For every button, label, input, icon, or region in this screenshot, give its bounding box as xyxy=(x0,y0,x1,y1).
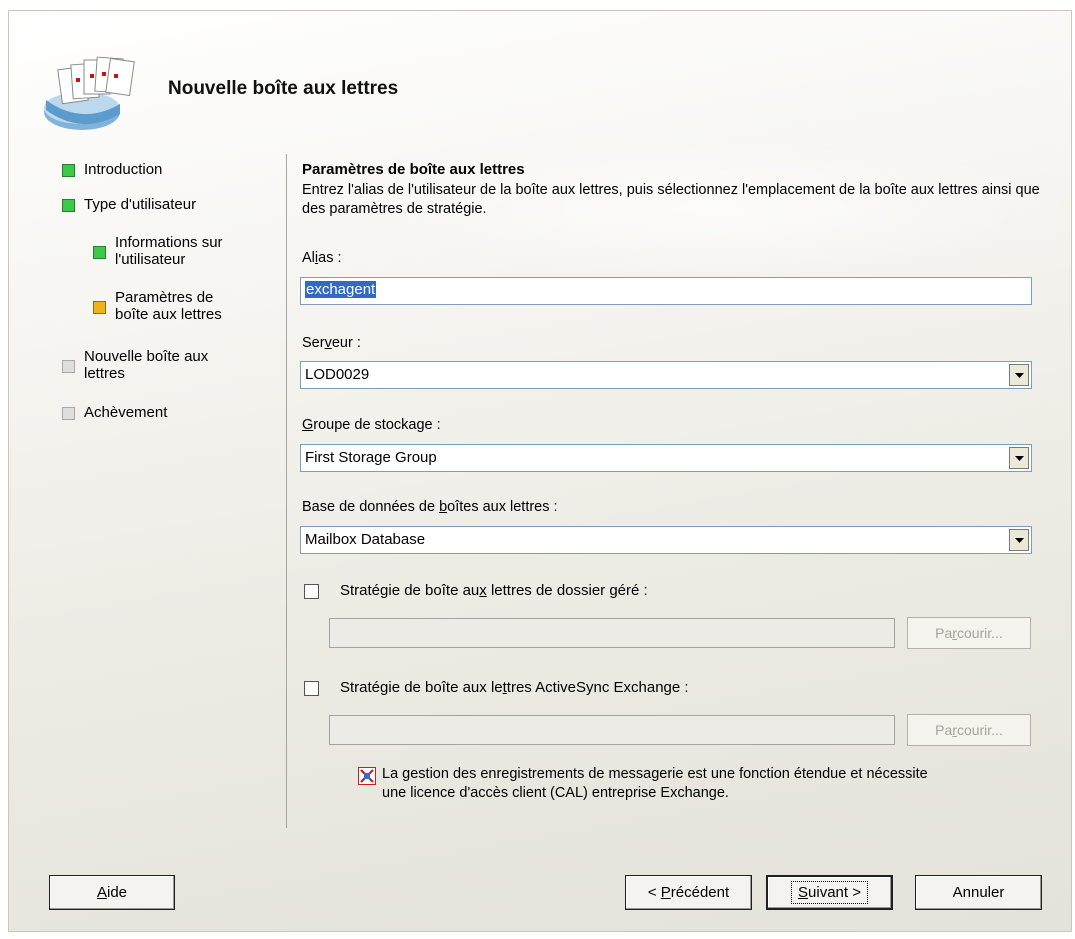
mailbox-stack-icon xyxy=(44,56,135,130)
status-pending-icon xyxy=(62,407,75,420)
browse-managed-folder-button[interactable]: Pa r courir... xyxy=(907,617,1031,649)
alias-value: exchagent xyxy=(305,281,377,298)
cancel-button[interactable]: Annuler xyxy=(915,875,1042,910)
nav-item-label: Nouvelle boîte aux xyxy=(84,348,209,365)
section-title: Paramètres de boîte aux lettres xyxy=(302,161,525,178)
nav-item-mailbox-settings: Paramètres de boîte aux lettres xyxy=(93,289,222,323)
alias-input[interactable]: exchagent xyxy=(300,277,1032,305)
cal-info-text: La gestion des enregistrements de messag… xyxy=(382,766,928,801)
activesync-policy-checkbox[interactable] xyxy=(304,681,319,696)
managed-folder-policy-label[interactable]: Stratégie de boîte aux lettres de dossie… xyxy=(340,582,648,599)
database-value: Mailbox Database xyxy=(305,531,426,548)
nav-item-label: Type d'utilisateur xyxy=(84,196,197,213)
dropdown-arrow-icon[interactable] xyxy=(1009,447,1029,469)
activesync-policy-label[interactable]: Stratégie de boîte aux lettres ActiveSyn… xyxy=(340,679,689,696)
previous-button[interactable]: < Précédent xyxy=(625,875,752,910)
database-label: Base de données de boîtes aux lettres : xyxy=(302,499,558,515)
nav-item-label: lettres xyxy=(84,365,125,382)
nav-item-user-info: Informations sur l'utilisateur xyxy=(93,234,223,268)
nav-item-label: Informations sur xyxy=(115,234,223,251)
browse-activesync-button[interactable]: Pa r courir... xyxy=(907,714,1031,746)
status-complete-icon xyxy=(93,246,106,259)
status-pending-icon xyxy=(62,360,75,373)
section-description: Entrez l'alias de l'utilisateur de la bo… xyxy=(302,182,1040,217)
activesync-policy-field xyxy=(329,715,895,745)
alias-label: Alias : xyxy=(302,250,342,266)
nav-item-introduction: Introduction xyxy=(62,161,162,178)
server-label: Serveur : xyxy=(302,335,361,351)
help-button[interactable]: Aide xyxy=(49,875,175,910)
status-complete-icon xyxy=(62,164,75,177)
storage-group-label: Groupe de stockage : xyxy=(302,417,441,433)
nav-item-label: boîte aux lettres xyxy=(115,306,222,323)
managed-folder-policy-checkbox[interactable] xyxy=(304,584,319,599)
dropdown-arrow-icon[interactable] xyxy=(1009,364,1029,386)
nav-item-label: Paramètres de xyxy=(115,289,214,306)
nav-item-label: Achèvement xyxy=(84,404,168,421)
nav-item-user-type: Type d'utilisateur xyxy=(62,196,196,213)
managed-folder-policy-field xyxy=(329,618,895,648)
section-divider xyxy=(286,154,287,828)
nav-item-label: l'utilisateur xyxy=(115,251,186,268)
nav-item-new-mailbox: Nouvelle boîte aux lettres xyxy=(62,348,208,382)
dropdown-arrow-icon[interactable] xyxy=(1009,529,1029,551)
storage-group-value: First Storage Group xyxy=(305,449,437,466)
server-select[interactable]: LOD0029 xyxy=(300,361,1032,389)
next-button[interactable]: Suivant > xyxy=(766,875,893,910)
nav-item-completion: Achèvement xyxy=(62,404,167,421)
premium-feature-icon xyxy=(358,767,376,785)
storage-group-select[interactable]: First Storage Group xyxy=(300,444,1032,472)
server-value: LOD0029 xyxy=(305,366,370,383)
status-current-icon xyxy=(93,301,106,314)
status-complete-icon xyxy=(62,199,75,212)
page-title: Nouvelle boîte aux lettres xyxy=(168,78,399,99)
database-select[interactable]: Mailbox Database xyxy=(300,526,1032,554)
nav-item-label: Introduction xyxy=(84,161,163,178)
